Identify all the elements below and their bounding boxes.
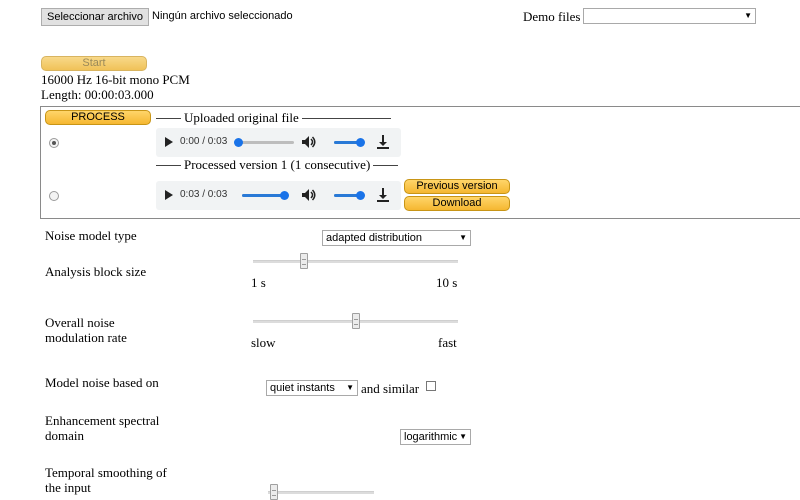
processed-audio-player[interactable]: 0:03 / 0:03 bbox=[156, 181, 401, 210]
temporal-smoothing-label-line2: the input bbox=[45, 480, 91, 495]
noise-model-type-label: Noise model type bbox=[45, 228, 137, 243]
original-audio-player[interactable]: 0:00 / 0:03 bbox=[156, 128, 401, 157]
chevron-down-icon: ▼ bbox=[744, 11, 752, 20]
download-icon[interactable] bbox=[376, 188, 390, 202]
legend-rule-left bbox=[156, 118, 181, 119]
play-icon[interactable] bbox=[165, 190, 173, 200]
download-icon[interactable] bbox=[376, 135, 390, 149]
modulation-rate-min: slow bbox=[251, 335, 276, 350]
spectral-domain-select[interactable]: logarithmic ▼ bbox=[400, 429, 471, 445]
and-similar-label: and similar bbox=[361, 381, 420, 396]
original-seek-thumb[interactable] bbox=[234, 138, 243, 147]
model-noise-label: Model noise based on bbox=[45, 375, 159, 390]
model-noise-value: quiet instants bbox=[270, 382, 335, 394]
legend-rule-left bbox=[156, 165, 181, 166]
noise-model-type-select[interactable]: adapted distribution ▼ bbox=[322, 230, 471, 246]
processed-time: 0:03 / 0:03 bbox=[180, 189, 228, 200]
modulation-rate-label-line2: modulation rate bbox=[45, 330, 127, 345]
modulation-rate-label: Overall noise modulation rate bbox=[45, 315, 127, 345]
demo-files-select[interactable]: ▼ bbox=[583, 8, 756, 24]
process-button[interactable]: PROCESS bbox=[45, 110, 151, 125]
original-legend: Uploaded original file bbox=[184, 110, 299, 125]
original-time: 0:00 / 0:03 bbox=[180, 136, 228, 147]
temporal-smoothing-thumb[interactable] bbox=[269, 484, 278, 500]
chevron-down-icon: ▼ bbox=[459, 432, 467, 441]
previous-version-button[interactable]: Previous version bbox=[404, 179, 510, 194]
analysis-block-size-label: Analysis block size bbox=[45, 264, 147, 279]
volume-icon[interactable] bbox=[301, 135, 317, 149]
spectral-domain-value: logarithmic bbox=[404, 431, 458, 443]
analysis-block-size-thumb[interactable] bbox=[300, 253, 309, 269]
legend-rule-right bbox=[373, 165, 398, 166]
processed-radio[interactable] bbox=[49, 191, 59, 201]
spectral-domain-label: Enhancement spectral domain bbox=[45, 413, 159, 443]
chevron-down-icon: ▼ bbox=[459, 233, 467, 242]
temporal-smoothing-label: Temporal smoothing of the input bbox=[45, 465, 167, 495]
original-volume-thumb[interactable] bbox=[356, 138, 365, 147]
audio-length-text: Length: 00:00:03.000 bbox=[41, 87, 154, 102]
download-button[interactable]: Download bbox=[404, 196, 510, 211]
modulation-rate-thumb[interactable] bbox=[351, 313, 360, 329]
demo-files-label: Demo files bbox=[523, 9, 581, 24]
analysis-block-size-max: 10 s bbox=[436, 275, 458, 290]
and-similar-checkbox[interactable] bbox=[426, 381, 436, 391]
model-noise-select[interactable]: quiet instants ▼ bbox=[266, 380, 358, 396]
processed-legend: Processed version 1 (1 consecutive) bbox=[184, 157, 371, 172]
original-radio[interactable] bbox=[49, 138, 59, 148]
play-icon[interactable] bbox=[165, 137, 173, 147]
file-status-text: Ningún archivo seleccionado bbox=[152, 10, 293, 22]
spectral-domain-label-line2: domain bbox=[45, 428, 84, 443]
modulation-rate-label-line1: Overall noise bbox=[45, 315, 115, 330]
processed-seek-thumb[interactable] bbox=[280, 191, 289, 200]
audio-format-text: 16000 Hz 16-bit mono PCM bbox=[41, 72, 190, 87]
choose-file-button[interactable]: Seleccionar archivo bbox=[41, 8, 149, 26]
analysis-block-size-track[interactable] bbox=[253, 260, 458, 263]
temporal-smoothing-track[interactable] bbox=[268, 491, 374, 494]
processed-volume-thumb[interactable] bbox=[356, 191, 365, 200]
legend-rule-right bbox=[302, 118, 391, 119]
volume-icon[interactable] bbox=[301, 188, 317, 202]
analysis-block-size-min: 1 s bbox=[251, 275, 266, 290]
spectral-domain-label-line1: Enhancement spectral bbox=[45, 413, 160, 428]
chevron-down-icon: ▼ bbox=[346, 383, 354, 392]
processed-seek-bar[interactable] bbox=[242, 194, 284, 197]
modulation-rate-max: fast bbox=[438, 335, 457, 350]
original-seek-bar[interactable] bbox=[238, 141, 294, 144]
noise-model-type-value: adapted distribution bbox=[326, 232, 423, 244]
start-button[interactable]: Start bbox=[41, 56, 147, 71]
temporal-smoothing-label-line1: Temporal smoothing of bbox=[45, 465, 167, 480]
processed-seek-fill bbox=[242, 194, 284, 197]
